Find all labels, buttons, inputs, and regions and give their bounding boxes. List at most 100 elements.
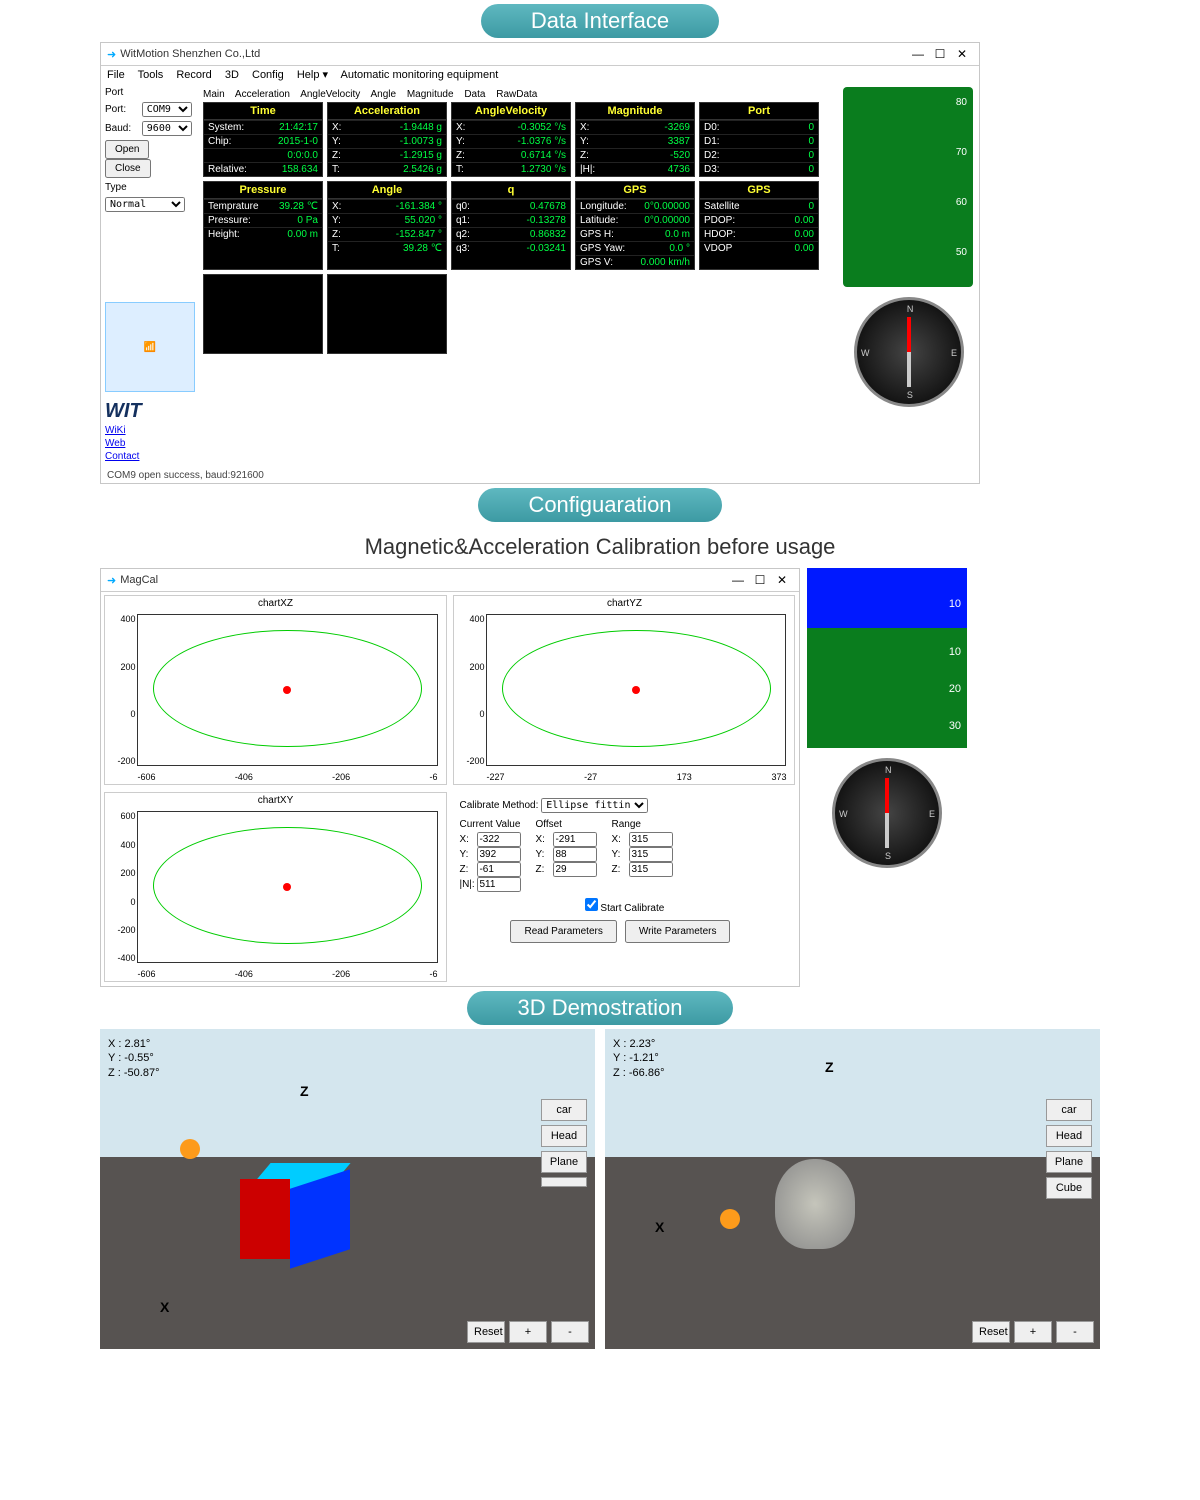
- zoom-out-button[interactable]: -: [551, 1321, 589, 1343]
- close-port-button[interactable]: Close: [105, 159, 151, 178]
- axis-readout: X : 2.81° Y : -0.55° Z : -50.87°: [108, 1037, 159, 1080]
- panel-accel: AccelerationX:-1.9448 gY:-1.0073 gZ:-1.2…: [327, 102, 447, 177]
- rng-y-input[interactable]: [629, 847, 673, 862]
- baud-label: Baud:: [105, 123, 139, 134]
- minimize-button[interactable]: —: [727, 572, 749, 588]
- model-head-button[interactable]: Head: [1046, 1125, 1092, 1147]
- menubar: File Tools Record 3D Config Help ▾ Autom…: [101, 66, 979, 83]
- panel-row: Z:-1.2915 g: [328, 148, 446, 162]
- link-contact[interactable]: Contact: [105, 451, 197, 462]
- menu-config[interactable]: Config: [252, 69, 284, 81]
- strip-tick: 20: [949, 683, 961, 695]
- tab-angvel[interactable]: AngleVelocity: [300, 89, 360, 100]
- close-button[interactable]: ✕: [951, 46, 973, 62]
- open-button[interactable]: Open: [105, 140, 149, 159]
- panel-row: T:1.2730 °/s: [452, 162, 570, 176]
- model-plane-button[interactable]: Plane: [1046, 1151, 1092, 1173]
- link-wiki[interactable]: WiKi: [105, 425, 197, 436]
- readout-x: X : 2.23°: [613, 1037, 664, 1051]
- panel-title: q: [452, 182, 570, 199]
- cur-y-input[interactable]: [477, 847, 521, 862]
- panel-row: q2:0.86832: [452, 227, 570, 241]
- cur-x-input[interactable]: [477, 832, 521, 847]
- port-group-label: Port: [105, 87, 197, 98]
- panel-row: D0:0: [700, 120, 818, 134]
- menu-help[interactable]: Help ▾: [297, 69, 328, 81]
- maximize-button[interactable]: ☐: [749, 572, 771, 588]
- close-button[interactable]: ✕: [771, 572, 793, 588]
- panel-row: q1:-0.13278: [452, 213, 570, 227]
- menu-tools[interactable]: Tools: [138, 69, 164, 81]
- app-icon: ➜: [107, 574, 116, 587]
- panel-row: Z:-152.847 °: [328, 227, 446, 241]
- zoom-in-button[interactable]: +: [509, 1321, 547, 1343]
- model-head-button[interactable]: Head: [541, 1125, 587, 1147]
- zoom-in-button[interactable]: +: [1014, 1321, 1052, 1343]
- menu-3d[interactable]: 3D: [225, 69, 239, 81]
- status-bar: COM9 open success, baud:921600: [101, 468, 979, 483]
- readout-y: Y : -0.55°: [108, 1051, 159, 1065]
- type-select[interactable]: Normal: [105, 197, 185, 212]
- panel-row: T:39.28 ℃: [328, 241, 446, 255]
- titlebar: ➜ WitMotion Shenzhen Co.,Ltd — ☐ ✕: [101, 43, 979, 66]
- panel-row: Y:55.020 °: [328, 213, 446, 227]
- type-label: Type: [105, 182, 197, 193]
- tab-accel[interactable]: Acceleration: [235, 89, 290, 100]
- baud-select[interactable]: 9600: [142, 121, 192, 136]
- model-car-button[interactable]: car: [1046, 1099, 1092, 1121]
- strip-tick: 30: [949, 720, 961, 732]
- panel-angvel: AngleVelocityX:-0.3052 °/sY:-1.0376 °/sZ…: [451, 102, 571, 177]
- zoom-out-button[interactable]: -: [1056, 1321, 1094, 1343]
- panel-row: Relative:158.634: [204, 162, 322, 176]
- compass-icon: N S E W: [854, 297, 964, 407]
- write-parameters-button[interactable]: Write Parameters: [625, 920, 731, 943]
- minimize-button[interactable]: —: [907, 46, 929, 62]
- panel-row: GPS Yaw:0.0 °: [576, 241, 694, 255]
- section-pill-config: Configuaration: [478, 488, 721, 522]
- model-blank-button[interactable]: [541, 1177, 587, 1187]
- port-select[interactable]: COM9: [142, 102, 192, 117]
- menu-auto[interactable]: Automatic monitoring equipment: [341, 69, 499, 81]
- panel-gps1: GPSLongitude:0°0.00000Latitude:0°0.00000…: [575, 181, 695, 270]
- app-icon: ➜: [107, 48, 116, 61]
- tab-magnitude[interactable]: Magnitude: [407, 89, 454, 100]
- panel-title: GPS: [700, 182, 818, 199]
- off-x-input[interactable]: [553, 832, 597, 847]
- center-dot: [632, 686, 640, 694]
- wit-logo: WIT: [105, 400, 197, 423]
- config-subheader: Magnetic&Acceleration Calibration before…: [0, 534, 1200, 560]
- maximize-button[interactable]: ☐: [929, 46, 951, 62]
- off-z-input[interactable]: [553, 862, 597, 877]
- rng-z-input[interactable]: [629, 862, 673, 877]
- model-cube-button[interactable]: Cube: [1046, 1177, 1092, 1199]
- reset-button[interactable]: Reset: [972, 1321, 1010, 1343]
- read-parameters-button[interactable]: Read Parameters: [510, 920, 616, 943]
- panel-row: PDOP:0.00: [700, 213, 818, 227]
- model-plane-button[interactable]: Plane: [541, 1151, 587, 1173]
- tab-angle[interactable]: Angle: [370, 89, 396, 100]
- link-web[interactable]: Web: [105, 438, 197, 449]
- method-select[interactable]: Ellipse fittin: [541, 798, 648, 813]
- panel-row: |H|:4736: [576, 162, 694, 176]
- cur-n-input[interactable]: [477, 877, 521, 892]
- tab-main[interactable]: Main: [203, 89, 225, 100]
- off-y-input[interactable]: [553, 847, 597, 862]
- center-dot: [283, 883, 291, 891]
- menu-record[interactable]: Record: [176, 69, 211, 81]
- gauge-tick: 70: [956, 147, 967, 158]
- reset-button[interactable]: Reset: [467, 1321, 505, 1343]
- model-car-button[interactable]: car: [541, 1099, 587, 1121]
- menu-file[interactable]: File: [107, 69, 125, 81]
- rng-x-input[interactable]: [629, 832, 673, 847]
- magcal-title: MagCal: [120, 574, 158, 586]
- panel-row: System:21:42:17: [204, 120, 322, 134]
- cur-z-input[interactable]: [477, 862, 521, 877]
- panel-title: Angle: [328, 182, 446, 199]
- start-calibrate-checkbox[interactable]: [585, 898, 598, 911]
- tab-rawdata[interactable]: RawData: [496, 89, 537, 100]
- readout-z: Z : -50.87°: [108, 1066, 159, 1080]
- window-title: WitMotion Shenzhen Co.,Ltd: [120, 48, 260, 60]
- tab-data[interactable]: Data: [464, 89, 485, 100]
- panel-row: VDOP0.00: [700, 241, 818, 255]
- sun-icon: [180, 1139, 200, 1159]
